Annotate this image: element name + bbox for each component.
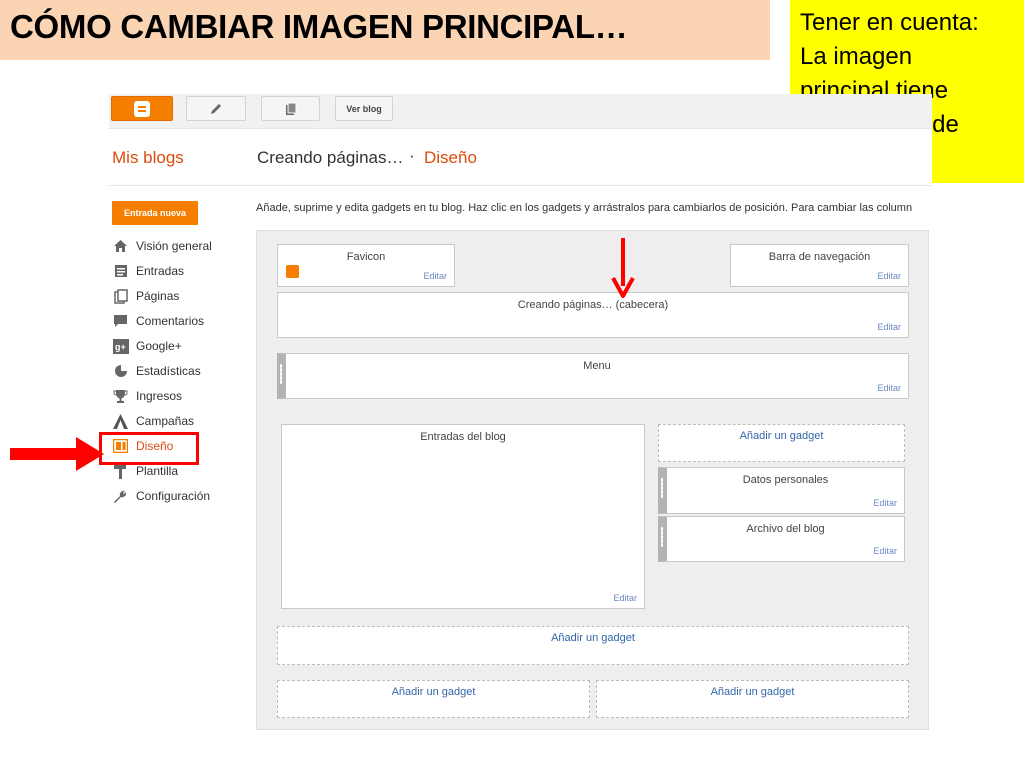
blogger-home-button[interactable] xyxy=(111,96,173,121)
edit-link[interactable]: Editar xyxy=(877,383,901,393)
breadcrumb: Mis blogs Creando páginas… · Diseño xyxy=(109,130,932,186)
sidebar-item-label: Google+ xyxy=(136,339,182,353)
gadget-header[interactable]: Creando páginas… (cabecera) Editar xyxy=(277,292,909,338)
edit-link[interactable]: Editar xyxy=(873,498,897,508)
posts-icon xyxy=(112,264,129,279)
breadcrumb-separator: · xyxy=(409,146,415,165)
note-line: Tener en cuenta: xyxy=(800,9,979,36)
blogger-favicon-icon xyxy=(286,265,299,278)
gadget-title: Barra de navegación xyxy=(768,251,871,263)
add-gadget-label: Añadir un gadget xyxy=(710,686,795,698)
gadget-navbar[interactable]: Barra de navegación Editar xyxy=(730,244,909,287)
new-post-pencil-button[interactable] xyxy=(186,96,246,121)
sidebar-item-stats[interactable]: Estadísticas xyxy=(112,362,201,380)
gadget-menu[interactable]: Menu Editar xyxy=(277,353,909,399)
add-gadget-footer-right[interactable]: Añadir un gadget xyxy=(596,680,909,718)
pages-icon xyxy=(285,102,296,115)
gadget-favicon[interactable]: Favicon Editar xyxy=(277,244,455,287)
template-icon xyxy=(112,463,129,479)
blog-name-dropdown[interactable]: Creando páginas… xyxy=(257,148,403,168)
red-arrow-down-icon xyxy=(611,238,635,298)
sidebar-item-posts[interactable]: Entradas xyxy=(112,262,184,280)
sidebar-item-overview[interactable]: Visión general xyxy=(112,237,212,255)
add-gadget-sidebar[interactable]: Añadir un gadget xyxy=(658,424,905,462)
add-gadget-label: Añadir un gadget xyxy=(551,632,635,644)
note-line: La imagen xyxy=(800,43,913,70)
sidebar-item-google-plus[interactable]: g+ Google+ xyxy=(112,337,182,355)
gadget-archive[interactable]: Archivo del blog Editar xyxy=(658,516,905,562)
google-plus-icon: g+ xyxy=(112,338,129,354)
sidebar-item-label: Ingresos xyxy=(136,389,183,403)
pencil-icon xyxy=(211,103,221,114)
sidebar-item-label: Configuración xyxy=(136,489,211,503)
gadget-title: Creando páginas… (cabecera) xyxy=(517,299,669,311)
sidebar-item-label: Comentarios xyxy=(136,314,205,328)
add-gadget-footer-left[interactable]: Añadir un gadget xyxy=(277,680,590,718)
top-toolbar: Ver blog xyxy=(109,94,932,129)
edit-link[interactable]: Editar xyxy=(873,546,897,556)
sidebar-item-label: Páginas xyxy=(136,289,180,303)
sidebar-item-settings[interactable]: Configuración xyxy=(112,487,210,505)
sidebar-item-earnings[interactable]: Ingresos xyxy=(112,387,182,405)
layout-canvas: Favicon Editar Barra de navegación Edita… xyxy=(256,230,929,730)
comments-icon xyxy=(112,314,129,329)
trophy-icon xyxy=(112,389,129,404)
slide-title-bar: CÓMO CAMBIAR IMAGEN PRINCIPAL… xyxy=(0,0,770,60)
blogger-logo-icon xyxy=(134,100,150,117)
sidebar-item-label: Visión general xyxy=(136,239,212,253)
section-name: Diseño xyxy=(424,148,477,167)
sidebar-item-label: Plantilla xyxy=(136,464,179,478)
gadget-profile[interactable]: Datos personales Editar xyxy=(658,467,905,514)
add-gadget-main[interactable]: Añadir un gadget xyxy=(277,626,909,665)
sidebar-item-label: Estadísticas xyxy=(136,364,201,378)
add-gadget-label: Añadir un gadget xyxy=(391,686,476,698)
slide-title: CÓMO CAMBIAR IMAGEN PRINCIPAL… xyxy=(10,8,628,45)
sidebar-item-label: Campañas xyxy=(136,414,195,428)
highlight-rectangle xyxy=(99,432,199,465)
sidebar-item-label: Entradas xyxy=(136,264,185,278)
gadget-title: Entradas del blog xyxy=(420,431,506,443)
sidebar-item-campaigns[interactable]: Campañas xyxy=(112,412,194,430)
red-arrow-right-icon xyxy=(10,437,104,471)
add-gadget-label: Añadir un gadget xyxy=(739,430,824,442)
edit-link[interactable]: Editar xyxy=(877,322,901,332)
gadget-title: Favicon xyxy=(346,251,386,263)
gadget-title: Datos personales xyxy=(742,474,829,486)
sidebar-item-comments[interactable]: Comentarios xyxy=(112,312,204,330)
edit-link[interactable]: Editar xyxy=(877,271,901,281)
campaign-icon xyxy=(112,413,129,429)
gadget-title: Menu xyxy=(583,360,611,372)
wrench-icon xyxy=(112,489,129,504)
edit-link[interactable]: Editar xyxy=(423,271,447,281)
new-post-button[interactable]: Entrada nueva xyxy=(112,201,198,225)
gadget-blog-posts[interactable]: Entradas del blog Editar xyxy=(281,424,645,609)
layout-description: Añade, suprime y edita gadgets en tu blo… xyxy=(256,202,913,214)
blogger-screenshot: Ver blog Mis blogs Creando páginas… · Di… xyxy=(109,94,932,734)
svg-text:g+: g+ xyxy=(115,342,126,352)
pages-icon xyxy=(112,288,129,304)
edit-link[interactable]: Editar xyxy=(613,593,637,603)
stats-icon xyxy=(112,364,129,379)
gadget-title: Archivo del blog xyxy=(746,523,825,535)
sidebar-item-pages[interactable]: Páginas xyxy=(112,287,179,305)
home-icon xyxy=(112,239,129,254)
view-blog-button[interactable]: Ver blog xyxy=(335,96,393,121)
my-blogs-link[interactable]: Mis blogs xyxy=(112,148,184,168)
pages-button[interactable] xyxy=(261,96,320,121)
